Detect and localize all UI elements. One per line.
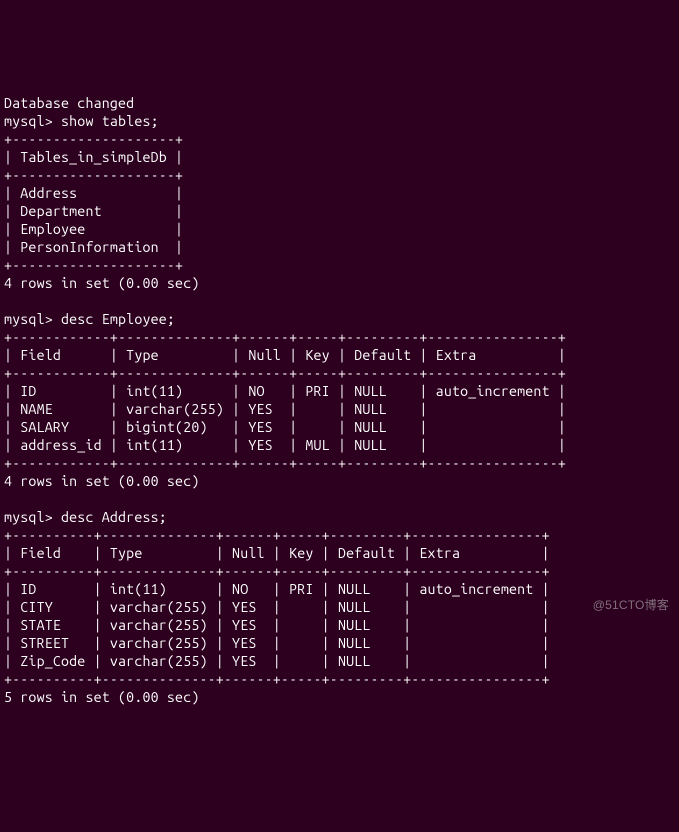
table-border: +------------+--------------+------+----… [4,329,566,345]
table-border: +--------------------+ [4,131,183,147]
table-row: | CITY | varchar(255) | YES | | NULL | | [4,599,550,615]
table-border: +--------------------+ [4,257,183,273]
table-border: +------------+--------------+------+----… [4,455,566,471]
terminal-output: Database changed mysql> show tables; +--… [4,76,675,706]
prompt-line: mysql> desc Employee; [4,311,175,327]
table-header: | Field | Type | Null | Key | Default | … [4,545,550,561]
table-border: +----------+--------------+------+-----+… [4,671,550,687]
watermark-text: @51CTO博客 [593,596,669,614]
table-row: | ID | int(11) | NO | PRI | NULL | auto_… [4,383,566,399]
prompt-line: mysql> show tables; [4,113,159,129]
result-line: 4 rows in set (0.00 sec) [4,275,199,291]
prompt-line: mysql> desc Address; [4,509,167,525]
table-header: | Tables_in_simpleDb | [4,149,183,165]
table-header: | Field | Type | Null | Key | Default | … [4,347,566,363]
table-border: +----------+--------------+------+-----+… [4,563,550,579]
table-row: | SALARY | bigint(20) | YES | | NULL | | [4,419,566,435]
table-row: | PersonInformation | [4,239,183,255]
table-row: | ID | int(11) | NO | PRI | NULL | auto_… [4,581,550,597]
table-row: | STATE | varchar(255) | YES | | NULL | … [4,617,550,633]
table-row: | NAME | varchar(255) | YES | | NULL | | [4,401,566,417]
result-line: 5 rows in set (0.00 sec) [4,689,199,705]
table-row: | address_id | int(11) | YES | MUL | NUL… [4,437,566,453]
status-line: Database changed [4,95,134,111]
table-border: +--------------------+ [4,167,183,183]
table-border: +----------+--------------+------+-----+… [4,527,550,543]
table-row: | Zip_Code | varchar(255) | YES | | NULL… [4,653,550,669]
table-row: | Address | [4,185,183,201]
table-row: | Employee | [4,221,183,237]
table-border: +------------+--------------+------+----… [4,365,566,381]
table-row: | Department | [4,203,183,219]
table-row: | STREET | varchar(255) | YES | | NULL |… [4,635,550,651]
result-line: 4 rows in set (0.00 sec) [4,473,199,489]
